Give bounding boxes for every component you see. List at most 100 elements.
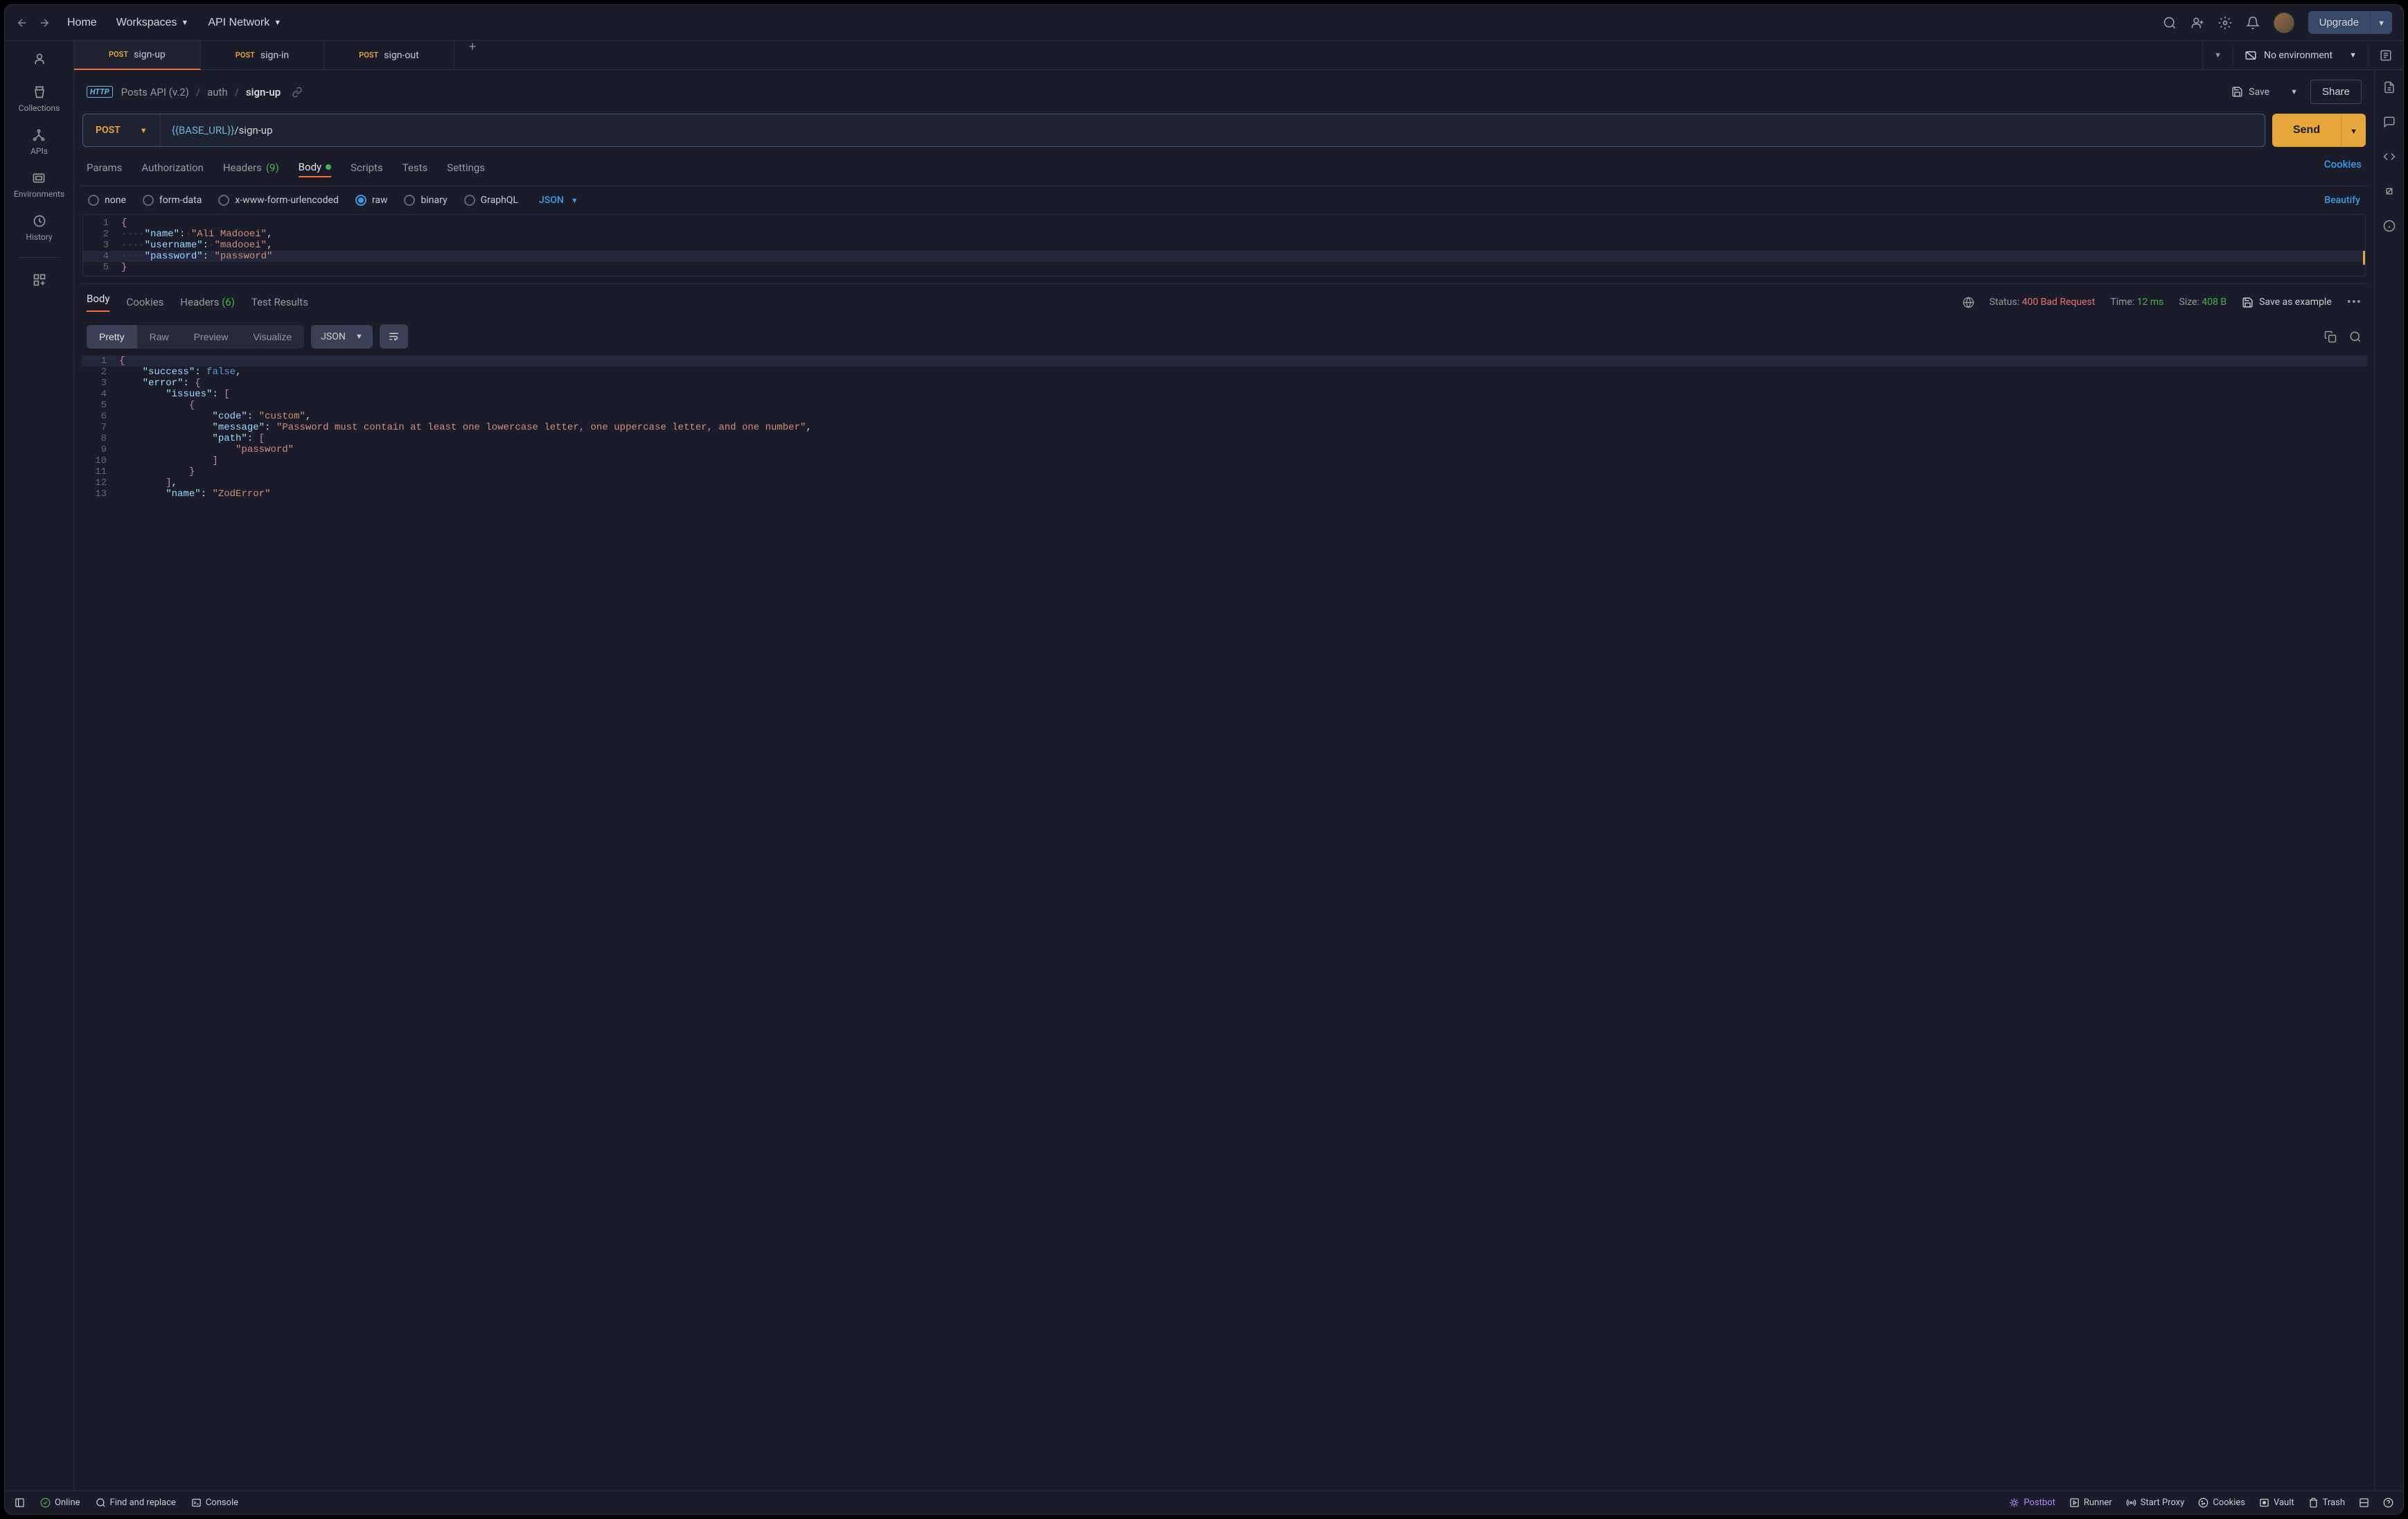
view-pretty[interactable]: Pretty	[87, 325, 137, 349]
resp-tab-body[interactable]: Body	[87, 292, 109, 312]
tab-scripts[interactable]: Scripts	[351, 158, 383, 177]
right-rail	[2374, 70, 2403, 1491]
search-response-icon[interactable]	[2349, 331, 2362, 343]
method-label: POST	[96, 125, 121, 136]
rail-environments-label: Environments	[14, 189, 64, 199]
resp-tab-headers[interactable]: Headers (6)	[180, 296, 235, 308]
crumb-group[interactable]: auth	[207, 86, 228, 98]
body-type-binary[interactable]: binary	[404, 195, 447, 206]
tab-settings[interactable]: Settings	[447, 158, 485, 177]
rail-history[interactable]: History	[26, 210, 52, 246]
tab-headers[interactable]: Headers (9)	[223, 158, 279, 177]
view-visualize[interactable]: Visualize	[240, 325, 304, 349]
footer-vault[interactable]: Vault	[2259, 1498, 2294, 1508]
notifications-icon[interactable]	[2246, 16, 2260, 30]
view-raw[interactable]: Raw	[137, 325, 182, 349]
tab-headers-label: Headers	[223, 161, 262, 174]
view-preview[interactable]: Preview	[182, 325, 241, 349]
code-icon[interactable]	[2383, 150, 2396, 163]
upgrade-button[interactable]: Upgrade	[2308, 11, 2371, 34]
environment-selector[interactable]: No environment ▼	[2245, 49, 2357, 62]
body-type-form-data[interactable]: form-data	[143, 195, 202, 206]
crumb-root[interactable]: Posts API (v.2)	[121, 86, 189, 98]
tab-authorization[interactable]: Authorization	[141, 158, 203, 177]
copy-icon[interactable]	[2324, 331, 2337, 343]
resp-tab-test-results[interactable]: Test Results	[251, 296, 308, 308]
footer-online[interactable]: Online	[40, 1498, 80, 1508]
tabs-row: POST sign-up POST sign-in POST sign-out	[74, 41, 2403, 70]
body-type-urlencoded[interactable]: x-www-form-urlencoded	[218, 195, 339, 206]
comments-icon[interactable]	[2383, 116, 2396, 128]
footer-panel-icon[interactable]	[15, 1498, 25, 1508]
tab-sign-up[interactable]: POST sign-up	[74, 41, 201, 70]
avatar[interactable]	[2274, 12, 2294, 33]
left-rail: Collections APIs Environments History	[5, 41, 74, 1491]
tab-sign-out[interactable]: POST sign-out	[324, 41, 454, 70]
url-input[interactable]: {{BASE_URL}}/sign-up	[161, 114, 2265, 146]
beautify-button[interactable]: Beautify	[2324, 195, 2360, 206]
invite-icon[interactable]	[2190, 16, 2204, 30]
environment-label: No environment	[2264, 50, 2332, 61]
rail-collections[interactable]: Collections	[19, 81, 60, 117]
chevron-down-icon: ▼	[355, 332, 363, 341]
nav-workspaces[interactable]: Workspaces ▼	[116, 17, 189, 29]
send-dropdown[interactable]: ▼	[2341, 114, 2366, 147]
documentation-icon[interactable]	[2383, 81, 2396, 94]
footer-start-proxy[interactable]: Start Proxy	[2126, 1498, 2185, 1508]
body-type-graphql[interactable]: GraphQL	[464, 195, 518, 206]
rail-environments[interactable]: Environments	[14, 167, 64, 203]
share-button[interactable]: Share	[2310, 80, 2362, 104]
tab-name: sign-in	[260, 50, 289, 61]
body-format-select[interactable]: JSON ▼	[539, 195, 578, 206]
more-icon[interactable]: •••	[2347, 295, 2362, 310]
env-quick-look-icon[interactable]	[2380, 49, 2392, 62]
chevron-down-icon: ▼	[2349, 51, 2357, 60]
body-type-raw[interactable]: raw	[355, 195, 388, 206]
footer-console[interactable]: Console	[191, 1498, 238, 1508]
nav-home[interactable]: Home	[67, 17, 97, 29]
tab-tests[interactable]: Tests	[402, 158, 428, 177]
url-path: /sign-up	[234, 124, 272, 137]
footer-cookies[interactable]: Cookies	[2198, 1498, 2245, 1508]
rail-apis[interactable]: APIs	[30, 124, 48, 160]
tabs-dropdown[interactable]: ▼	[2214, 51, 2222, 60]
link-icon[interactable]	[292, 87, 303, 98]
save-button[interactable]: Save	[2223, 80, 2278, 103]
footer-layout-icon[interactable]	[2359, 1498, 2369, 1508]
settings-icon[interactable]	[2218, 16, 2232, 30]
tab-name: sign-out	[384, 50, 418, 61]
resp-tab-cookies[interactable]: Cookies	[126, 296, 163, 308]
request-body-editor[interactable]: 1{ 2····"name":·"Ali Madooei", 3····"use…	[82, 214, 2366, 276]
send-button[interactable]: Send	[2272, 114, 2341, 147]
tab-sign-in[interactable]: POST sign-in	[201, 41, 324, 70]
save-as-example-button[interactable]: Save as example	[2242, 297, 2332, 308]
footer-trash[interactable]: Trash	[2308, 1498, 2345, 1508]
response-format-select[interactable]: JSON ▼	[311, 325, 373, 349]
tab-params[interactable]: Params	[87, 158, 122, 177]
nav-api-network[interactable]: API Network ▼	[208, 17, 281, 29]
person-icon[interactable]	[33, 52, 46, 66]
wrap-lines-button[interactable]	[380, 324, 408, 349]
back-button[interactable]	[16, 17, 28, 29]
forward-button[interactable]	[38, 17, 51, 29]
save-example-label: Save as example	[2259, 297, 2332, 308]
search-icon[interactable]	[2163, 16, 2177, 30]
save-dropdown[interactable]: ▼	[2285, 83, 2303, 100]
footer-find-replace[interactable]: Find and replace	[96, 1498, 176, 1508]
info-icon[interactable]	[2383, 220, 2396, 232]
footer-runner[interactable]: Runner	[2069, 1498, 2112, 1508]
rail-add-icon[interactable]	[33, 273, 46, 287]
expand-icon[interactable]	[2383, 185, 2396, 197]
upgrade-dropdown[interactable]: ▼	[2370, 11, 2392, 34]
footer-help-icon[interactable]	[2383, 1498, 2393, 1508]
globe-icon[interactable]	[1963, 297, 1974, 308]
method-select[interactable]: POST ▼	[83, 114, 161, 146]
tab-body[interactable]: Body	[299, 158, 331, 177]
nav-api-network-label: API Network	[208, 17, 269, 29]
rail-apis-label: APIs	[30, 146, 48, 156]
response-body-viewer[interactable]: 1{ 2 "success": false, 3 "error": { 4 "i…	[81, 354, 2367, 1491]
new-tab-button[interactable]	[454, 41, 490, 70]
cookies-link[interactable]: Cookies	[2324, 158, 2362, 170]
body-type-none[interactable]: none	[88, 195, 126, 206]
footer-postbot[interactable]: Postbot	[2009, 1498, 2055, 1508]
